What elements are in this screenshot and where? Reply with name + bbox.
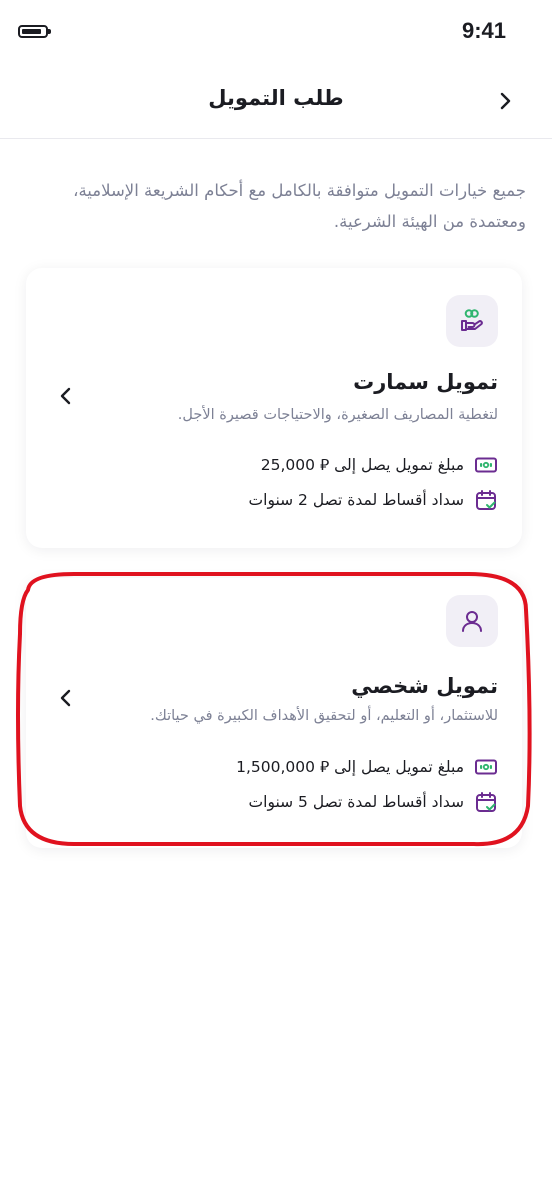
- installments-text: سداد أقساط لمدة تصل 5 سنوات: [248, 793, 464, 811]
- installments-text: سداد أقساط لمدة تصل 2 سنوات: [248, 491, 464, 509]
- hand-coins-icon: [446, 295, 498, 347]
- status-time: 9:41: [461, 18, 506, 43]
- card-description: لتغطية المصاريف الصغيرة، والاحتياجات قصي…: [177, 407, 498, 423]
- card-title: تمويل شخصي: [351, 674, 498, 698]
- card-title: تمويل سمارت: [353, 370, 498, 394]
- amount-text: مبلغ تمويل يصل إلى ⃁ 25,000: [260, 456, 464, 474]
- sharia-compliance-note: جميع خيارات التمويل متوافقة بالكامل مع أ…: [73, 181, 526, 231]
- amount-feature: مبلغ تمويل يصل إلى ⃁ 25,000: [261, 452, 498, 478]
- smart-financing-card[interactable]: تمويل سمارت لتغطية المصاريف الصغيرة، وال…: [26, 268, 522, 548]
- status-bar: 9:41: [0, 0, 552, 64]
- chevron-left-icon[interactable]: [54, 384, 78, 408]
- personal-financing-card[interactable]: تمويل شخصي للاستثمار، أو التعليم، أو لتح…: [26, 578, 522, 848]
- card-description: للاستثمار، أو التعليم، أو لتحقيق الأهداف…: [150, 708, 498, 724]
- calendar-check-icon: [474, 790, 498, 814]
- battery-icon: [18, 25, 51, 38]
- installments-feature: سداد أقساط لمدة تصل 2 سنوات: [249, 487, 498, 513]
- amount-feature: مبلغ تمويل يصل إلى ⃁ 1,500,000: [236, 754, 498, 780]
- header: طلب التمويل: [0, 64, 552, 139]
- financing-request-screen: 9:41 طلب التمويل جميع خيارات التمويل متو…: [0, 0, 552, 1200]
- chevron-right-icon: [500, 92, 511, 110]
- amount-text: مبلغ تمويل يصل إلى ⃁ 1,500,000: [236, 758, 464, 776]
- banknote-icon: [474, 453, 498, 477]
- banknote-icon: [474, 755, 498, 779]
- installments-feature: سداد أقساط لمدة تصل 5 سنوات: [249, 789, 498, 815]
- back-button[interactable]: [488, 84, 522, 118]
- chevron-left-icon[interactable]: [54, 686, 78, 710]
- page-title: طلب التمويل: [208, 86, 344, 110]
- user-icon: [446, 595, 498, 647]
- calendar-check-icon: [474, 488, 498, 512]
